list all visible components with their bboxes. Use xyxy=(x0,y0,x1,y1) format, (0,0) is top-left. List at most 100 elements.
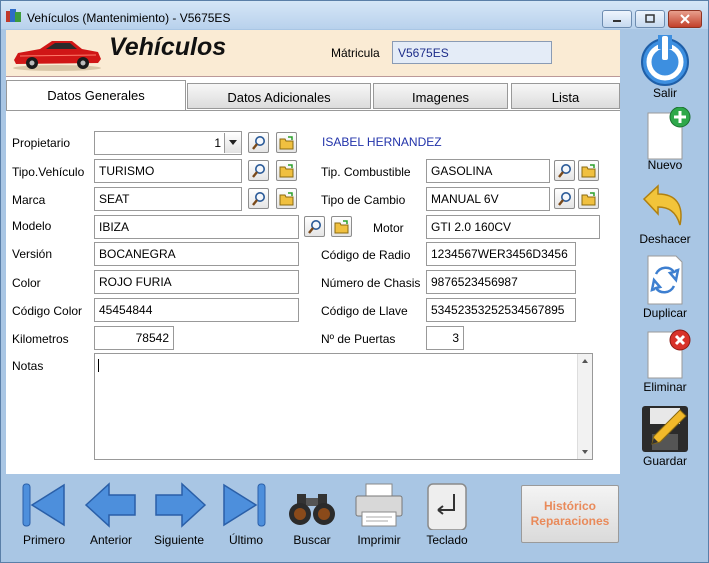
tipo-cambio-search-button[interactable] xyxy=(554,188,575,209)
minimize-icon xyxy=(613,20,621,22)
codigo-color-label: Código Color xyxy=(12,304,83,318)
notas-scrollbar[interactable] xyxy=(577,354,592,459)
window-title: Vehículos (Mantenimiento) - V5675ES xyxy=(27,11,231,25)
tipo-vehiculo-label: Tipo.Vehículo xyxy=(12,165,85,179)
delete-icon xyxy=(647,329,691,379)
scroll-up-icon[interactable] xyxy=(582,359,588,363)
undo-icon xyxy=(642,184,682,226)
tipo-vehiculo-open-button[interactable] xyxy=(276,160,297,181)
tipo-cambio-field[interactable]: MANUAL 6V xyxy=(426,187,550,211)
tab-datos-generales[interactable]: Datos Generales xyxy=(6,80,186,111)
folder-open-icon xyxy=(581,164,595,178)
ultimo-button[interactable]: Último xyxy=(216,476,276,560)
app-window: Vehículos (Mantenimiento) - V5675ES Vehí… xyxy=(0,0,709,563)
historico-label-line1: Histórico xyxy=(543,499,596,513)
puertas-field[interactable]: 3 xyxy=(426,326,464,350)
marca-field[interactable]: SEAT xyxy=(94,187,242,211)
marca-label: Marca xyxy=(12,193,46,207)
tab-datos-adicionales[interactable]: Datos Adicionales xyxy=(187,83,371,109)
propietario-dropdown-button[interactable] xyxy=(224,133,241,153)
propietario-name: ISABEL HERNANDEZ xyxy=(322,135,442,149)
tip-combustible-field[interactable]: GASOLINA xyxy=(426,159,550,183)
ultimo-label: Último xyxy=(228,533,263,547)
codigo-llave-field[interactable]: 53452353252534567895 xyxy=(426,298,576,322)
modelo-field[interactable]: IBIZA xyxy=(94,215,299,239)
nuevo-button[interactable]: Nuevo xyxy=(625,107,705,181)
tab-imagenes[interactable]: Imagenes xyxy=(373,83,508,109)
numero-chasis-field[interactable]: 9876523456987 xyxy=(426,270,576,294)
teclado-label: Teclado xyxy=(426,533,468,547)
new-document-icon xyxy=(647,107,691,160)
tipo-cambio-label: Tipo de Cambio xyxy=(321,193,406,207)
search-icon xyxy=(557,164,571,178)
propietario-value: 1 xyxy=(214,136,221,150)
salir-button[interactable]: Salir xyxy=(625,32,705,106)
propietario-open-button[interactable] xyxy=(276,132,297,153)
tip-combustible-search-button[interactable] xyxy=(554,160,575,181)
eliminar-label: Eliminar xyxy=(643,380,687,394)
tip-combustible-open-button[interactable] xyxy=(578,160,599,181)
marca-open-button[interactable] xyxy=(276,188,297,209)
teclado-button[interactable]: Teclado xyxy=(416,476,478,560)
close-button[interactable] xyxy=(668,10,702,28)
imprimir-button[interactable]: Imprimir xyxy=(348,476,410,560)
duplicar-button[interactable]: Duplicar xyxy=(625,254,705,328)
folder-open-icon xyxy=(581,192,595,206)
scroll-down-icon[interactable] xyxy=(582,450,588,454)
siguiente-button[interactable]: Siguiente xyxy=(146,476,212,560)
modelo-open-button[interactable] xyxy=(331,216,352,237)
guardar-button[interactable]: Guardar xyxy=(625,402,705,476)
kilometros-label: Kilometros xyxy=(12,332,69,346)
notas-textarea[interactable] xyxy=(94,353,593,460)
eliminar-button[interactable]: Eliminar xyxy=(625,328,705,402)
next-record-icon xyxy=(155,482,207,528)
imprimir-label: Imprimir xyxy=(357,533,401,547)
matricula-field[interactable]: V5675ES xyxy=(392,41,552,64)
title-bar[interactable]: Vehículos (Mantenimiento) - V5675ES xyxy=(1,1,708,29)
primero-button[interactable]: Primero xyxy=(14,476,74,560)
action-sidebar: Salir Nuevo Deshacer Duplicar Eliminar G… xyxy=(625,30,705,474)
color-field[interactable]: ROJO FURIA xyxy=(94,270,299,294)
propietario-search-button[interactable] xyxy=(248,132,269,153)
codigo-color-field[interactable]: 45454844 xyxy=(94,298,299,322)
historico-reparaciones-button[interactable]: Histórico Reparaciones xyxy=(521,485,619,543)
folder-open-icon xyxy=(279,164,293,178)
marca-search-button[interactable] xyxy=(248,188,269,209)
maximize-button[interactable] xyxy=(635,10,665,28)
historico-label-line2: Reparaciones xyxy=(530,514,610,528)
buscar-button[interactable]: Buscar xyxy=(282,476,342,560)
tipo-vehiculo-field[interactable]: TURISMO xyxy=(94,159,242,183)
codigo-llave-label: Código de Llave xyxy=(321,304,408,318)
puertas-label: Nº de Puertas xyxy=(321,332,396,346)
motor-field[interactable]: GTI 2.0 160CV xyxy=(426,215,600,239)
modelo-search-button[interactable] xyxy=(304,216,325,237)
duplicate-icon xyxy=(647,255,683,305)
version-field[interactable]: BOCANEGRA xyxy=(94,242,299,266)
version-label: Versión xyxy=(12,247,53,261)
search-icon xyxy=(307,220,321,234)
deshacer-label: Deshacer xyxy=(639,232,691,246)
salir-label: Salir xyxy=(652,86,677,100)
numero-chasis-label: Número de Chasis xyxy=(321,276,421,290)
tipo-cambio-open-button[interactable] xyxy=(578,188,599,209)
anterior-button[interactable]: Anterior xyxy=(81,476,141,560)
tab-lista[interactable]: Lista xyxy=(511,83,620,109)
minimize-button[interactable] xyxy=(602,10,632,28)
matricula-label: Mátricula xyxy=(331,46,380,60)
codigo-radio-field[interactable]: 1234567WER3456D3456 xyxy=(426,242,576,266)
motor-label: Motor xyxy=(373,221,404,235)
chevron-down-icon xyxy=(229,140,237,145)
tip-combustible-label: Tip. Combustible xyxy=(321,165,411,179)
tipo-vehiculo-search-button[interactable] xyxy=(248,160,269,181)
previous-record-icon xyxy=(84,482,136,528)
kilometros-field[interactable]: 78542 xyxy=(94,326,174,350)
app-icon xyxy=(6,9,21,22)
printer-icon xyxy=(355,483,403,527)
siguiente-label: Siguiente xyxy=(153,533,205,547)
propietario-label: Propietario xyxy=(12,136,71,150)
navigation-toolbar: Primero Anterior Siguiente Último Buscar… xyxy=(6,476,705,560)
deshacer-button[interactable]: Deshacer xyxy=(625,181,705,255)
propietario-select[interactable]: 1 xyxy=(94,131,242,155)
first-record-icon xyxy=(22,483,65,527)
binoculars-icon xyxy=(289,494,335,525)
